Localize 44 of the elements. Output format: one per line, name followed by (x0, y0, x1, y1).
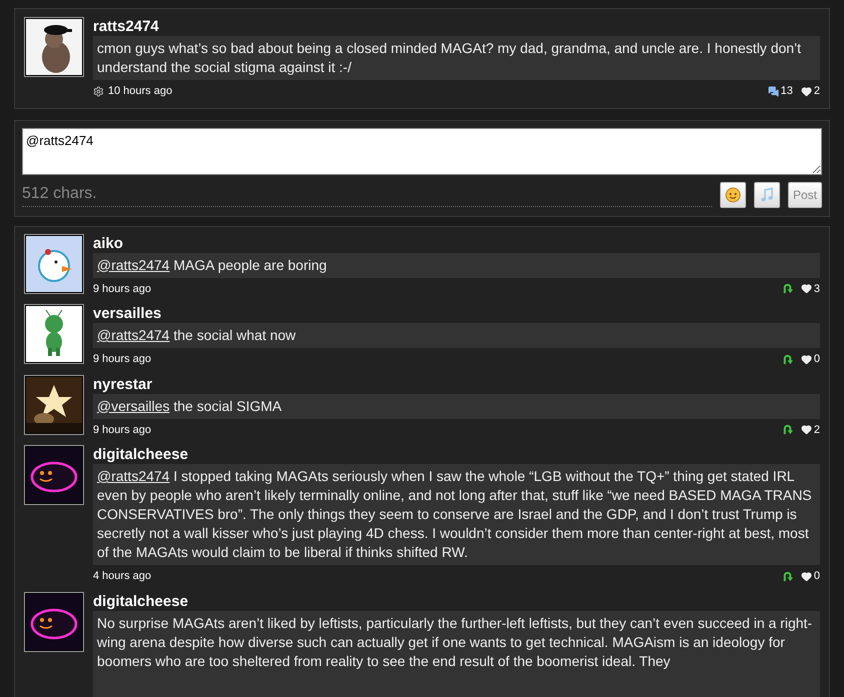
reply-time: 9 hours ago (93, 352, 152, 367)
username[interactable]: nyrestar (93, 376, 820, 394)
heart-icon[interactable] (800, 570, 812, 582)
reply-message: No surprise MAGAts aren’t liked by leftists, particularly the further-left leftists, but they can’t even succeed in a right-wing arena despite how diverse such can actually get if one wants to get technical. MAGAism is an ideology for boomers who are too sheltered from reality to see the end result of the boomerist ideal. They (93, 610, 820, 697)
like-count: 0 (814, 352, 820, 367)
mention-link[interactable]: @versailles (97, 398, 170, 414)
comments-icon[interactable] (768, 86, 779, 97)
like-count: 3 (814, 282, 820, 296)
heart-icon[interactable] (800, 86, 812, 97)
reply-message: @versailles the social SIGMA (93, 394, 820, 418)
reply-time: 4 hours ago (93, 569, 152, 584)
username[interactable]: aiko (93, 234, 820, 252)
reply-time: 9 hours ago (93, 422, 152, 438)
reply-input-field[interactable]: @ratts2474 (22, 128, 822, 174)
mention-link[interactable]: @ratts2474 (97, 327, 170, 343)
heart-icon[interactable] (800, 354, 812, 365)
like-count: 0 (814, 569, 820, 584)
username[interactable]: digitalcheese (93, 446, 820, 464)
settings-icon[interactable] (93, 86, 104, 97)
char-counter: 512 chars. (22, 182, 712, 207)
smiley-icon (724, 186, 741, 202)
reply-message: @ratts2474 MAGA people are boring (93, 252, 820, 278)
reply-message: @ratts2474 the social what now (93, 323, 820, 348)
post-message: cmon guys what’s so bad about being a closed minded MAGAt? my dad, grandma, and uncle are. I honestly don’t understand the social stigma against it :-/ (93, 36, 820, 80)
username[interactable]: digitalcheese (93, 592, 820, 610)
reply-arrow-icon[interactable] (782, 424, 793, 436)
comment-count: 13 (780, 84, 793, 99)
music-note-icon (758, 186, 775, 202)
reply-time: 9 hours ago (93, 282, 152, 296)
heart-icon[interactable] (800, 283, 812, 294)
username[interactable]: versailles (93, 305, 820, 323)
reply-message: @ratts2474 I stopped taking MAGAts seriously when I saw the whole “LGB without the TQ+” thing get stated IRL even by people who aren’t likely terminally online, and not long after that, stuff like “we need BASED MAGA TRANS CONSERVATIVES bro”. The only things they seem to conserve are Israel and the GDP, and I don’t trust Trump is secretly not a wall kisser who’s just playing 4D chess. I wouldn’t consider them more than center-right at best, most of the MAGAts would claim to be liberal if thinks shifted RW. (93, 464, 820, 565)
music-button[interactable] (754, 182, 780, 208)
heart-icon[interactable] (800, 424, 812, 436)
mention-link[interactable]: @ratts2474 (97, 256, 170, 272)
reply-arrow-icon[interactable] (782, 354, 793, 365)
reply-arrow-icon[interactable] (782, 570, 793, 582)
like-count: 2 (814, 84, 820, 99)
mention-link[interactable]: @ratts2474 (97, 468, 170, 484)
emoji-button[interactable] (720, 182, 746, 208)
reply-arrow-icon[interactable] (782, 283, 793, 294)
post-time: 10 hours ago (108, 84, 172, 99)
like-count: 2 (814, 422, 820, 438)
username[interactable]: ratts2474 (93, 18, 820, 36)
